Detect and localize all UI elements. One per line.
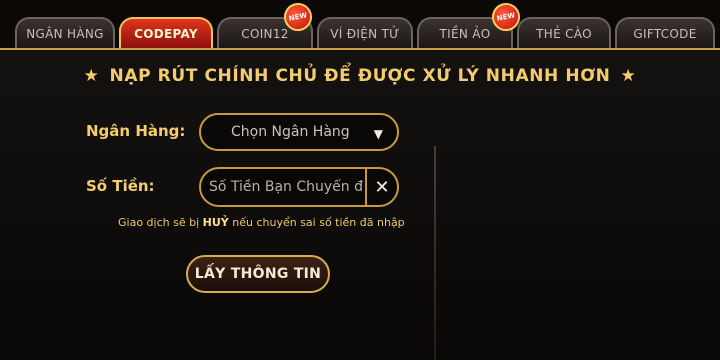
tab-label: GIFTCODE xyxy=(633,26,697,41)
triangle-down-icon: ▼ xyxy=(373,127,383,141)
bank-label: Ngân Hàng: xyxy=(86,122,186,140)
tab-label: CODEPAY xyxy=(134,26,198,41)
get-info-button-label: LẤY THÔNG TIN xyxy=(194,266,322,282)
tab-bar: NGÂN HÀNG CODEPAY COIN12 VÍ ĐIỆN TỬ TIỀN… xyxy=(0,0,720,52)
note-suffix: nếu chuyển sai số tiền đã nhập xyxy=(228,216,405,229)
heading-text: NẠP RÚT CHÍNH CHỦ ĐỂ ĐƯỢC XỬ LÝ NHANH HƠ… xyxy=(109,66,611,86)
tab-label: NGÂN HÀNG xyxy=(26,26,104,41)
tab-label: VÍ ĐIỆN TỬ xyxy=(330,26,400,41)
tab-the-cao[interactable]: THẺ CÀO xyxy=(517,17,611,48)
note-prefix: Giao dịch sẽ bị xyxy=(118,216,203,229)
page-heading: ★ NẠP RÚT CHÍNH CHỦ ĐỂ ĐƯỢC XỬ LÝ NHANH H… xyxy=(0,66,720,86)
star-icon: ★ xyxy=(83,66,100,86)
tab-label: THẺ CÀO xyxy=(536,26,592,41)
tab-giftcode[interactable]: GIFTCODE xyxy=(615,17,715,48)
tab-label: COIN12 xyxy=(241,26,289,41)
tab-codepay[interactable]: CODEPAY xyxy=(119,17,213,48)
bank-select-value: Chọn Ngân Hàng xyxy=(231,124,350,140)
amount-input[interactable] xyxy=(201,169,369,205)
vertical-divider xyxy=(434,146,436,360)
tab-vi-dien-tu[interactable]: VÍ ĐIỆN TỬ xyxy=(317,17,413,48)
get-info-button[interactable]: LẤY THÔNG TIN xyxy=(186,255,330,293)
amount-field: ✕ xyxy=(199,167,399,207)
tab-label: TIỀN ẢO xyxy=(439,26,491,41)
amount-label: Số Tiền: xyxy=(86,177,155,195)
note-emphasis: HUỶ xyxy=(202,216,229,229)
bank-select[interactable]: Chọn Ngân Hàng ▼ xyxy=(199,113,399,151)
warning-note: Giao dịch sẽ bị HUỶ nếu chuyển sai số ti… xyxy=(118,216,405,229)
close-icon[interactable]: ✕ xyxy=(365,169,397,205)
tab-ngan-hang[interactable]: NGÂN HÀNG xyxy=(15,17,115,48)
star-icon: ★ xyxy=(620,66,637,86)
